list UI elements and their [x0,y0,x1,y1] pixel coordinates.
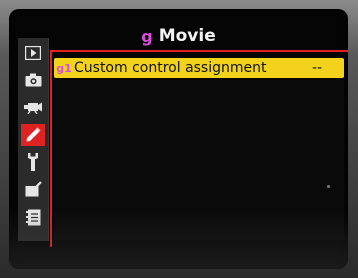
movie-camera-icon[interactable] [24,98,42,116]
menu-header: g Movie [9,25,348,47]
wrench-icon[interactable] [24,153,42,171]
menu-item-label: Custom control assignment [74,60,267,76]
menu-item-value: -- [312,60,323,76]
camera-icon[interactable] [24,71,42,89]
retouch-icon[interactable] [24,180,42,198]
pencil-icon[interactable] [21,124,45,146]
menu-item-code: g1 [56,61,72,75]
screen-reflection [9,209,348,269]
playback-icon[interactable] [24,44,42,62]
menu-item-custom-control-assignment[interactable]: g1 Custom control assignment -- [54,58,344,78]
screen-dust-speck [327,185,330,188]
lcd-screen: g Movie g1 Custom control assignment -- [9,9,348,269]
page-title: Movie [158,26,216,46]
menu-section-glyph: g [141,26,153,46]
